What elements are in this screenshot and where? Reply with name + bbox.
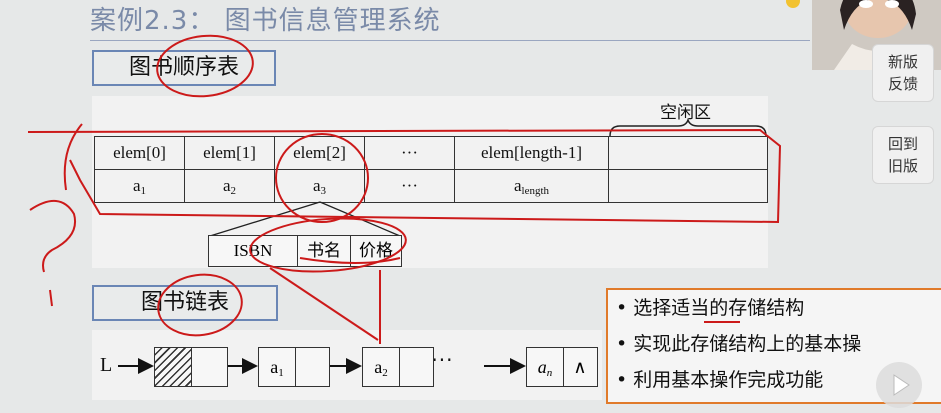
pen-annotations (27, 34, 782, 344)
